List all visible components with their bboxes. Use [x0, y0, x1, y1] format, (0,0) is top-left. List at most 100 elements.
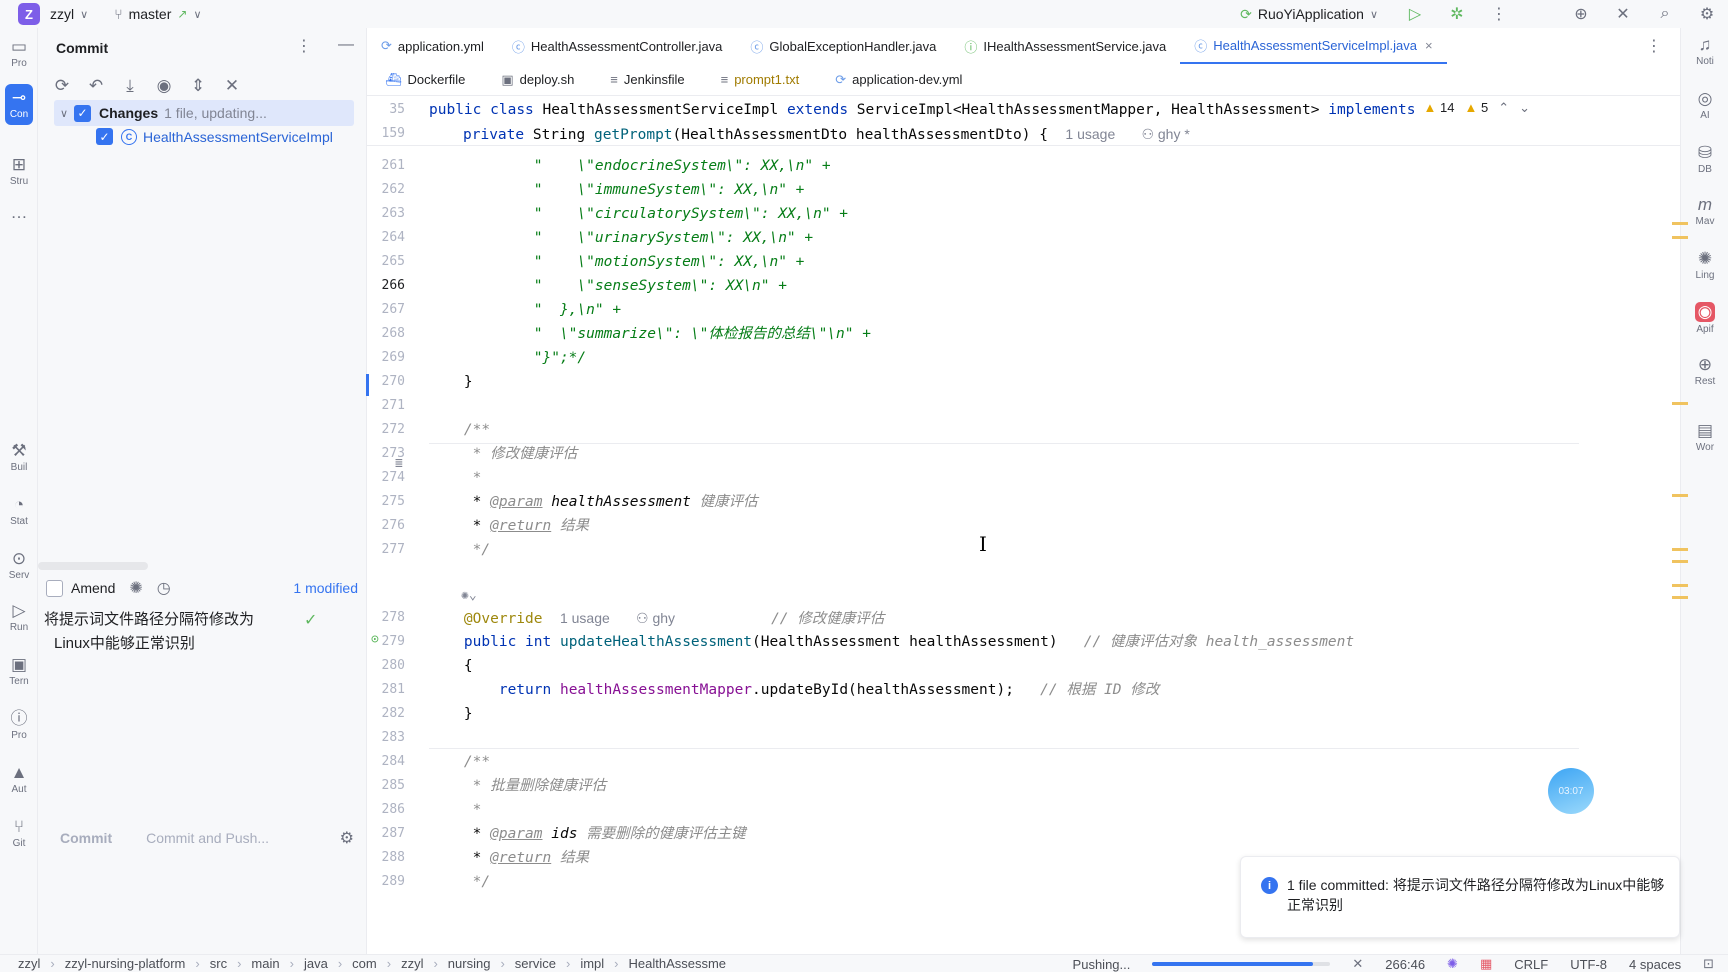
tool-statistics[interactable]: ◔ Stat: [0, 496, 38, 528]
changes-checkbox[interactable]: ✓: [74, 104, 91, 122]
code-line[interactable]: 279 public int updateHealthAssessment(He…: [367, 630, 1680, 654]
recording-timer[interactable]: 03:07: [1548, 768, 1594, 814]
tool-auto-build[interactable]: ▲ Aut: [0, 764, 38, 796]
stripe-mark[interactable]: [1672, 402, 1688, 405]
changed-file-row[interactable]: ✓ C HealthAssessmentServiceImpl: [96, 128, 333, 145]
tool-more[interactable]: …: [0, 204, 38, 224]
code-line[interactable]: 277 */: [367, 538, 1680, 562]
project-selector[interactable]: zzyl ∨: [50, 6, 88, 22]
code-line[interactable]: 274 *: [367, 466, 1680, 490]
code-editor[interactable]: 35 public class HealthAssessmentServiceI…: [366, 96, 1680, 954]
line-number[interactable]: 284: [367, 750, 405, 774]
tool-database[interactable]: ⛁ DB: [1681, 144, 1728, 176]
line-number[interactable]: 265: [367, 250, 405, 274]
change-marker[interactable]: [366, 374, 369, 396]
stripe-mark[interactable]: [1672, 584, 1688, 587]
breadcrumb-item[interactable]: service: [515, 956, 556, 971]
run-config-selector[interactable]: ⟳ RuoYiApplication ∨: [1240, 6, 1378, 23]
more-options-icon[interactable]: ⋮: [296, 36, 312, 56]
breadcrumb-item[interactable]: zzyl-nursing-platform: [65, 956, 186, 971]
line-number[interactable]: 268: [367, 322, 405, 346]
file-checkbox[interactable]: ✓: [96, 128, 113, 145]
line-separator[interactable]: CRLF: [1514, 957, 1548, 972]
branch-selector[interactable]: ⑂ master ↗ ∨: [114, 6, 201, 22]
collapse-all-icon[interactable]: ✕: [222, 76, 242, 96]
tab-application-yml[interactable]: ⟳ application.yml: [367, 28, 498, 64]
code-line[interactable]: 264 " \"urinarySystem\": XX,\n" +: [367, 226, 1680, 250]
code-line[interactable]: 262 " \"immuneSystem\": XX,\n" +: [367, 178, 1680, 202]
chevron-down-icon[interactable]: ⌄: [1519, 100, 1530, 116]
line-number[interactable]: 272: [367, 418, 405, 442]
ai-gutter-icon[interactable]: ✺⌄: [461, 588, 477, 603]
add-user-icon[interactable]: ⊕: [1560, 4, 1602, 24]
tabs-more-icon[interactable]: ⋮: [1646, 36, 1662, 56]
tool-apifox[interactable]: ◉ Apif: [1681, 302, 1728, 335]
stripe-mark[interactable]: [1672, 222, 1688, 225]
tool-run[interactable]: ▷ Run: [0, 602, 38, 634]
close-icon[interactable]: ×: [1425, 38, 1433, 53]
line-number[interactable]: 270: [367, 370, 405, 394]
breadcrumb-item[interactable]: zzyl: [18, 956, 40, 971]
code-line[interactable]: 269 "}";*/: [367, 346, 1680, 370]
more-icon[interactable]: ⋮: [1478, 4, 1520, 24]
breadcrumb-item[interactable]: main: [251, 956, 279, 971]
indent-setting[interactable]: 4 spaces: [1629, 957, 1681, 972]
commit-and-push-button[interactable]: Commit and Push...: [132, 824, 283, 852]
inspection-widget[interactable]: ▲ 14 ▲ 5 ⌃ ⌄: [1423, 100, 1530, 116]
file-encoding[interactable]: UTF-8: [1570, 957, 1607, 972]
tool-problems[interactable]: ⓘ Pro: [0, 710, 38, 742]
code-line[interactable]: 287 * @param ids 需要删除的健康评估主键: [367, 822, 1680, 846]
tab-jenkinsfile[interactable]: ≡ Jenkinsfile: [592, 64, 702, 96]
line-number[interactable]: 282: [367, 702, 405, 726]
code-line[interactable]: 278 @Override 1 usage ⚇ ghy // 修改健康评估: [367, 606, 1680, 630]
code-line[interactable]: 282 }: [367, 702, 1680, 726]
code-line[interactable]: 266 " \"senseSystem\": XX\n" +: [367, 274, 1680, 298]
update-icon[interactable]: ⤓: [120, 76, 140, 96]
line-number[interactable]: 262: [367, 178, 405, 202]
tool-maven[interactable]: m Mav: [1681, 196, 1728, 228]
show-diff-icon[interactable]: ◉: [154, 76, 174, 96]
code-line[interactable]: 265 " \"motionSystem\": XX,\n" +: [367, 250, 1680, 274]
line-number[interactable]: 285: [367, 774, 405, 798]
line-number[interactable]: 275: [367, 490, 405, 514]
lock-icon[interactable]: ⊡: [1703, 956, 1714, 972]
gear-icon[interactable]: ⚙: [340, 828, 354, 848]
ai-commit-icon[interactable]: ✺: [129, 578, 142, 598]
code-line[interactable]: 273 * 修改健康评估: [367, 442, 1680, 466]
line-number[interactable]: 281: [367, 678, 405, 702]
reader-mode-icon[interactable]: ≣: [395, 456, 403, 471]
tool-lingma[interactable]: ✺ Ling: [1681, 250, 1728, 282]
line-number[interactable]: 287: [367, 822, 405, 846]
breadcrumb-item[interactable]: java: [304, 956, 328, 971]
line-number[interactable]: 288: [367, 846, 405, 870]
code-line[interactable]: 280 {: [367, 654, 1680, 678]
tab-health-assessment-service-impl[interactable]: ⓒ HealthAssessmentServiceImpl.java ×: [1180, 28, 1447, 64]
stripe-mark[interactable]: [1672, 236, 1688, 239]
code-line[interactable]: 276 * @return 结果: [367, 514, 1680, 538]
run-icon[interactable]: ▷: [1394, 4, 1436, 24]
code-line[interactable]: 268 " \"summarize\": \"体检报告的总结\"\n" +: [367, 322, 1680, 346]
override-gutter-icon[interactable]: ⊙: [371, 632, 379, 647]
history-icon[interactable]: ◷: [157, 578, 171, 598]
chevron-down-icon[interactable]: ∨: [54, 107, 74, 120]
tab-dockerfile[interactable]: ⛴ Dockerfile: [367, 64, 483, 96]
code-line[interactable]: 263 " \"circulatorySystem\": XX,\n" +: [367, 202, 1680, 226]
tool-ai[interactable]: ◎ AI: [1681, 90, 1728, 122]
tool-git[interactable]: ⑂ Git: [0, 818, 38, 850]
breadcrumb-item[interactable]: HealthAssessme: [629, 956, 727, 971]
breadcrumb-item[interactable]: src: [210, 956, 227, 971]
line-number[interactable]: 271: [367, 394, 405, 418]
breadcrumb-item[interactable]: impl: [580, 956, 604, 971]
code-line[interactable]: 267 " },\n" +: [367, 298, 1680, 322]
tool-services[interactable]: ⊙ Serv: [0, 550, 38, 582]
settings-icon[interactable]: ⚙: [1686, 4, 1728, 24]
minimize-icon[interactable]: —: [338, 36, 354, 56]
tool-build[interactable]: ⚒ Buil: [0, 442, 38, 474]
line-number[interactable]: 264: [367, 226, 405, 250]
line-number[interactable]: 263: [367, 202, 405, 226]
refresh-icon[interactable]: ⟳: [52, 76, 72, 96]
breadcrumb-item[interactable]: com: [352, 956, 377, 971]
commit-button[interactable]: Commit: [48, 824, 124, 852]
rollback-icon[interactable]: ↶: [86, 76, 106, 96]
amend-label[interactable]: Amend: [71, 580, 115, 596]
